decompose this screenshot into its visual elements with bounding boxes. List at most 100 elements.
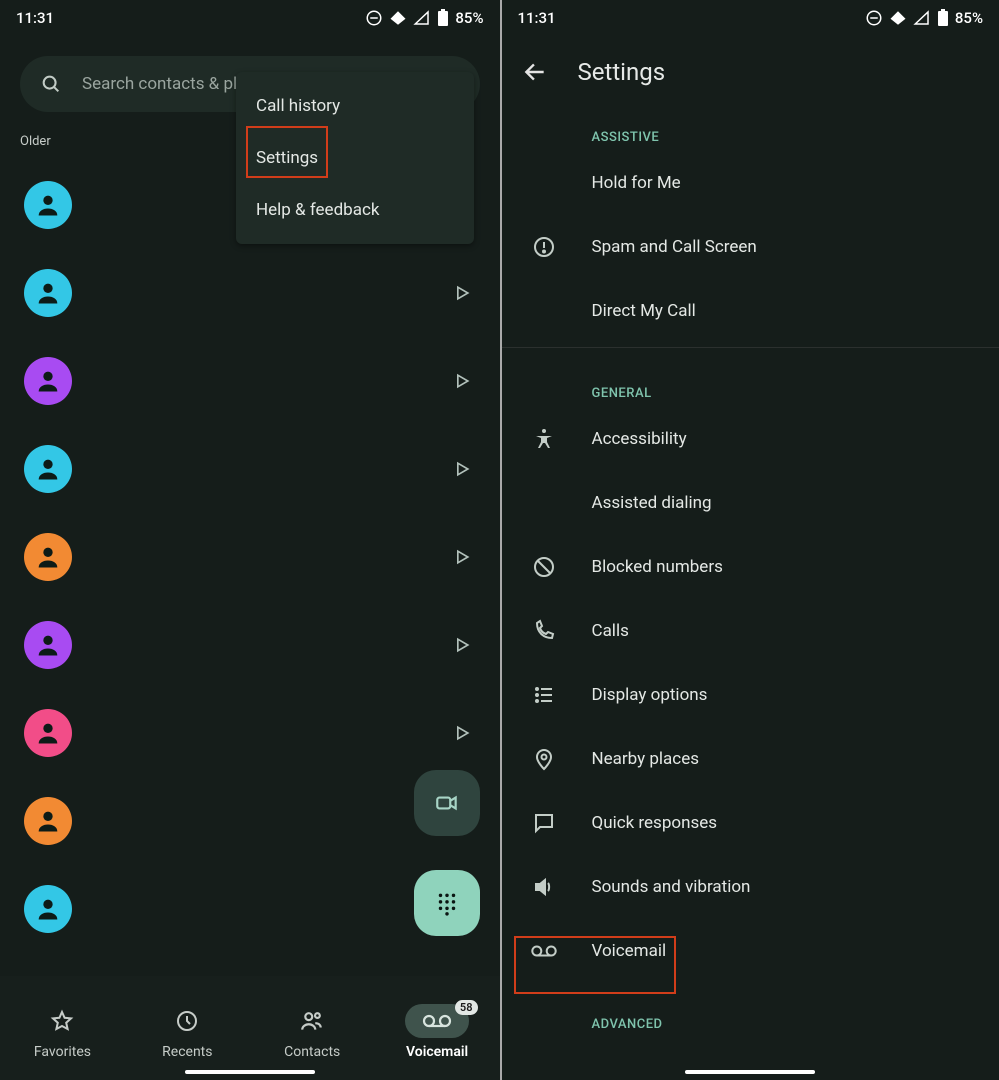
battery-percent: 85%: [955, 9, 983, 27]
settings-label: Direct My Call: [592, 301, 696, 321]
menu-call-history[interactable]: Call history: [236, 80, 474, 132]
play-icon[interactable]: [452, 635, 472, 655]
settings-row-voicemail[interactable]: Voicemail: [502, 919, 999, 983]
volume-icon: [532, 875, 556, 899]
settings-row-sounds-vibration[interactable]: Sounds and vibration: [502, 855, 999, 919]
bottom-nav: Favorites Recents Contacts 58 Voicemail: [0, 976, 500, 1080]
contact-row[interactable]: [0, 337, 500, 425]
status-icons: 85%: [365, 9, 483, 27]
nav-favorites[interactable]: Favorites: [0, 1004, 125, 1060]
settings-label: Voicemail: [592, 941, 667, 961]
settings-label: Quick responses: [592, 813, 718, 833]
gesture-handle[interactable]: [185, 1070, 315, 1074]
settings-label: Calls: [592, 621, 629, 641]
nav-contacts[interactable]: Contacts: [250, 1004, 375, 1060]
status-time: 11:31: [16, 9, 54, 27]
settings-label: Spam and Call Screen: [592, 237, 757, 257]
avatar: [24, 797, 72, 845]
play-icon[interactable]: [452, 459, 472, 479]
nav-label: Favorites: [34, 1044, 91, 1060]
voicemail-icon: [530, 942, 558, 960]
status-bar: 11:31 85%: [502, 0, 999, 36]
chat-icon: [532, 811, 556, 835]
avatar: [24, 709, 72, 757]
block-icon: [532, 555, 556, 579]
settings-label: Display options: [592, 685, 708, 705]
play-icon[interactable]: [452, 283, 472, 303]
nav-label: Voicemail: [406, 1044, 468, 1060]
gesture-handle[interactable]: [685, 1070, 815, 1074]
settings-row-assisted-dialing[interactable]: Assisted dialing: [502, 471, 999, 535]
nav-label: Recents: [162, 1044, 212, 1060]
voicemail-badge: 58: [455, 1000, 478, 1015]
settings-row-blocked-numbers[interactable]: Blocked numbers: [502, 535, 999, 599]
settings-row-hold-for-me[interactable]: Hold for Me: [502, 151, 999, 215]
back-arrow-icon[interactable]: [522, 59, 548, 85]
contact-row[interactable]: [0, 689, 500, 777]
settings-label: Blocked numbers: [592, 557, 723, 577]
video-icon: [434, 790, 460, 816]
signal-icon: [413, 9, 431, 27]
star-icon: [50, 1009, 74, 1033]
phone-app-screen: 11:31 85% Search contacts & pla Call his…: [0, 0, 500, 1080]
general-list: Accessibility Assisted dialing Blocked n…: [502, 407, 999, 983]
settings-label: Nearby places: [592, 749, 699, 769]
settings-row-quick-responses[interactable]: Quick responses: [502, 791, 999, 855]
play-icon[interactable]: [452, 547, 472, 567]
voicemail-icon: [422, 1011, 452, 1031]
avatar: [24, 357, 72, 405]
settings-row-calls[interactable]: Calls: [502, 599, 999, 663]
dialpad-fab[interactable]: [414, 870, 480, 936]
location-icon: [532, 747, 556, 771]
avatar: [24, 885, 72, 933]
settings-row-nearby-places[interactable]: Nearby places: [502, 727, 999, 791]
accessibility-icon: [532, 427, 556, 451]
dnd-icon: [865, 9, 883, 27]
contact-row[interactable]: [0, 249, 500, 337]
settings-row-direct-my-call[interactable]: Direct My Call: [502, 279, 999, 343]
search-icon: [40, 73, 62, 95]
avatar: [24, 533, 72, 581]
menu-settings[interactable]: Settings: [236, 132, 474, 184]
settings-label: Accessibility: [592, 429, 687, 449]
settings-row-accessibility[interactable]: Accessibility: [502, 407, 999, 471]
settings-label: Assisted dialing: [592, 493, 712, 513]
page-title: Settings: [578, 58, 666, 86]
settings-label: Sounds and vibration: [592, 877, 751, 897]
battery-percent: 85%: [455, 9, 483, 27]
section-label-general: GENERAL: [502, 352, 999, 407]
alert-circle-icon: [532, 235, 556, 259]
settings-label: Hold for Me: [592, 173, 681, 193]
nav-recents[interactable]: Recents: [125, 1004, 250, 1060]
wifi-icon: [889, 9, 907, 27]
nav-label: Contacts: [284, 1044, 340, 1060]
nav-voicemail[interactable]: 58 Voicemail: [375, 1004, 500, 1060]
overflow-menu: Call history Settings Help & feedback: [236, 72, 474, 244]
section-label-assistive: ASSISTIVE: [502, 96, 999, 151]
assistive-list: Hold for Me Spam and Call Screen Direct …: [502, 151, 999, 343]
contact-list[interactable]: [0, 157, 500, 953]
avatar: [24, 621, 72, 669]
people-icon: [299, 1008, 325, 1034]
divider: [502, 347, 999, 348]
contact-row[interactable]: [0, 425, 500, 513]
avatar: [24, 445, 72, 493]
wifi-icon: [389, 9, 407, 27]
battery-icon: [937, 9, 949, 27]
settings-row-spam-call-screen[interactable]: Spam and Call Screen: [502, 215, 999, 279]
battery-icon: [437, 9, 449, 27]
settings-row-display-options[interactable]: Display options: [502, 663, 999, 727]
dnd-icon: [365, 9, 383, 27]
list-icon: [532, 683, 556, 707]
status-time: 11:31: [518, 9, 556, 27]
video-call-fab[interactable]: [414, 770, 480, 836]
settings-header: Settings: [502, 36, 999, 96]
menu-help-feedback[interactable]: Help & feedback: [236, 184, 474, 236]
avatar: [24, 269, 72, 317]
play-icon[interactable]: [452, 723, 472, 743]
status-bar: 11:31 85%: [0, 0, 500, 36]
settings-screen: 11:31 85% Settings ASSISTIVE Hold for Me…: [500, 0, 999, 1080]
play-icon[interactable]: [452, 371, 472, 391]
contact-row[interactable]: [0, 513, 500, 601]
contact-row[interactable]: [0, 601, 500, 689]
